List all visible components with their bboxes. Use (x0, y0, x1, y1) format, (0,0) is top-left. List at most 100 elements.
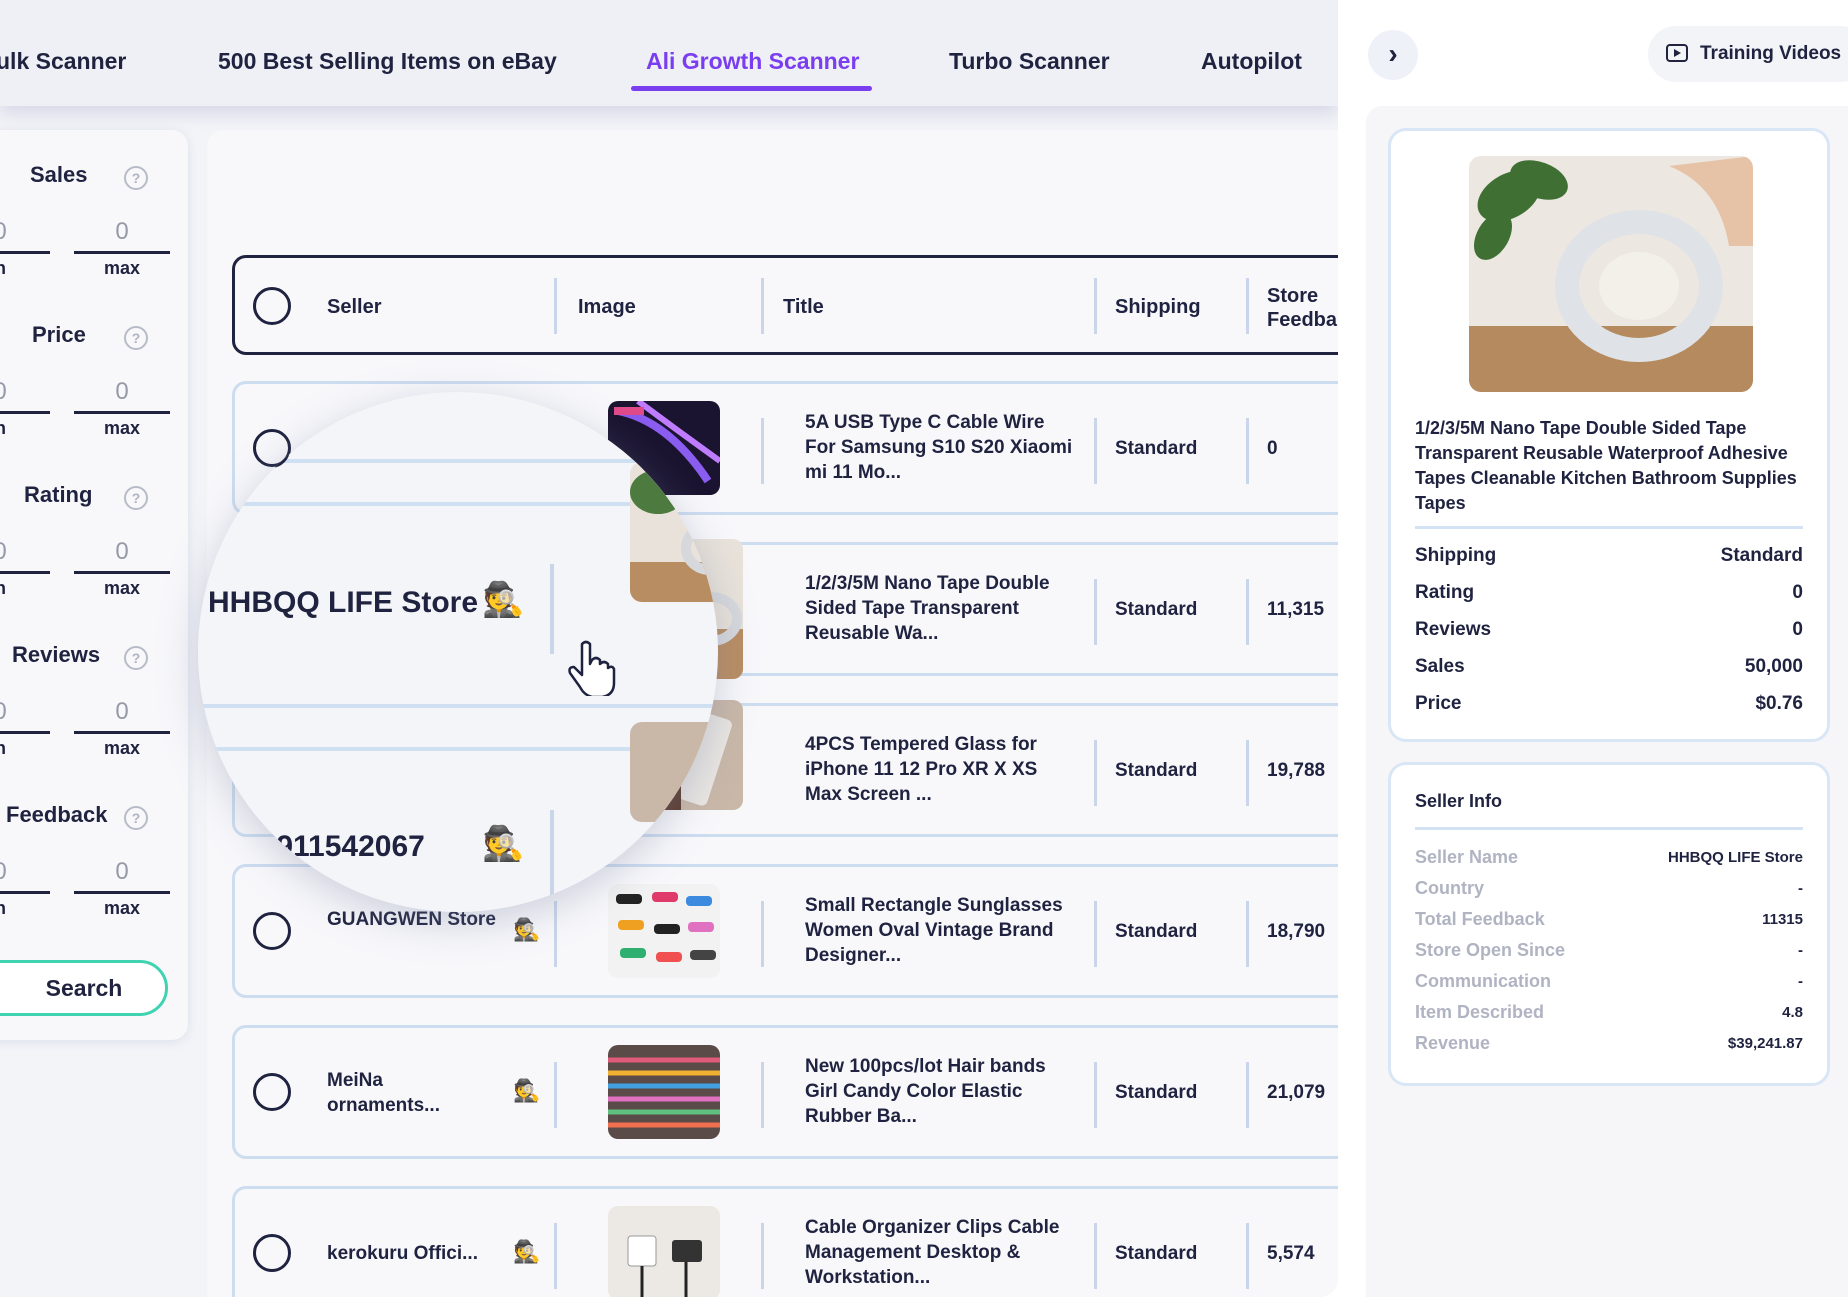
stat-row-reviews: Reviews 0 (1415, 619, 1803, 649)
feedback-max-input[interactable]: 0 (74, 858, 170, 886)
seller-info-label: Revenue (1415, 1033, 1491, 1053)
row-select-radio[interactable] (253, 1234, 291, 1272)
reviews-max-input[interactable]: 0 (74, 698, 170, 726)
spy-icon[interactable]: 🕵 (482, 824, 524, 864)
filter-title-feedback: Feedback (6, 802, 108, 827)
seller-info-label: Seller Name (1415, 847, 1519, 867)
header-divider (554, 278, 557, 334)
help-icon[interactable]: ? (124, 806, 148, 830)
seller-info-card: Seller Info Seller Name HHBQQ LIFE Store… (1388, 762, 1830, 1086)
sales-max-input[interactable]: 0 (74, 218, 170, 246)
row-select-radio[interactable] (252, 430, 290, 468)
sales-min-underline (0, 251, 50, 254)
magnified-seller-name[interactable]: HHBQQ LIFE Store (208, 586, 478, 620)
stat-value: 0 (1792, 582, 1803, 603)
stat-value: Standard (1720, 545, 1803, 566)
help-icon[interactable]: ? (124, 326, 148, 350)
row-divider (761, 1223, 764, 1289)
rating-min-caption: in (0, 578, 6, 598)
header-shipping[interactable]: Shipping (1115, 296, 1201, 319)
seller-info-row: Seller Name HHBQQ LIFE Store (1415, 847, 1803, 873)
help-icon[interactable]: ? (124, 486, 148, 510)
product-image (1469, 156, 1753, 392)
spy-icon[interactable]: 🕵 (513, 917, 540, 943)
row-divider (1246, 901, 1249, 967)
seller-info-label: Country (1415, 878, 1484, 898)
seller-info-value: HHBQQ LIFE Store (1667, 849, 1803, 866)
price-min-caption: in (0, 418, 6, 438)
product-thumbnail (608, 1206, 720, 1297)
product-title[interactable]: 4PCS Tempered Glass for iPhone 11 12 Pro… (805, 732, 1075, 807)
row-select-radio[interactable] (253, 1073, 291, 1111)
collapse-panel-button[interactable]: › (1368, 30, 1418, 80)
price-max-input[interactable]: 0 (74, 378, 170, 406)
feedback-max-caption: max (103, 898, 141, 918)
stat-label: Price (1415, 693, 1462, 714)
table-row[interactable]: MeiNa ornaments... 🕵 New 100pcs/lot Hair… (232, 1025, 1338, 1159)
header-divider (761, 278, 764, 334)
magnified-row-border (198, 704, 718, 708)
reviews-min-input[interactable]: 0 (0, 698, 48, 726)
top-nav: ulk Scanner 500 Best Selling Items on eB… (0, 0, 1338, 106)
stat-value: 50,000 (1744, 656, 1803, 677)
table-row[interactable]: kerokuru Offici... 🕵 Cable Organizer Cli… (232, 1186, 1338, 1297)
product-title[interactable]: Small Rectangle Sunglasses Women Oval Vi… (805, 893, 1075, 968)
spy-icon[interactable]: 🕵 (513, 1239, 540, 1265)
spy-icon[interactable]: 🕵 (513, 1078, 540, 1104)
price-min-underline (0, 411, 50, 414)
header-seller[interactable]: Seller (327, 296, 381, 319)
tab-autopilot[interactable]: Autopilot (1201, 48, 1302, 75)
feedback-cell: 0 (1267, 438, 1278, 459)
sales-min-input[interactable]: 0 (0, 218, 48, 246)
active-tab-underline (631, 86, 872, 91)
magnified-divider (550, 810, 554, 900)
product-title[interactable]: 5A USB Type C Cable Wire For Samsung S10… (805, 410, 1075, 485)
select-all-radio[interactable] (253, 287, 291, 325)
product-title[interactable]: 1/2/3/5M Nano Tape Double Sided Tape Tra… (805, 571, 1075, 646)
row-divider (1094, 1062, 1097, 1128)
tab-bulk-scanner[interactable]: ulk Scanner (0, 48, 126, 75)
product-thumbnail (608, 884, 720, 978)
row-divider (554, 901, 557, 967)
shipping-cell: Standard (1115, 921, 1198, 942)
video-icon (1666, 44, 1688, 62)
seller-info-row: Item Described 4.8 (1415, 1002, 1803, 1028)
rating-max-underline (74, 571, 170, 574)
rating-min-input[interactable]: 0 (0, 538, 48, 566)
product-title[interactable]: Cable Organizer Clips Cable Management D… (805, 1215, 1075, 1290)
stat-label: Shipping (1415, 545, 1497, 566)
tab-ali-growth-scanner[interactable]: Ali Growth Scanner (646, 48, 859, 75)
magnified-seller-name[interactable]: o911542067 (258, 830, 425, 864)
search-button[interactable]: Search (0, 960, 168, 1016)
filter-title-reviews: Reviews (12, 642, 101, 667)
seller-name[interactable]: MeiNa ornaments... (327, 1068, 497, 1118)
stat-value: $0.76 (1755, 693, 1803, 714)
tab-turbo-scanner[interactable]: Turbo Scanner (949, 48, 1110, 75)
help-icon[interactable]: ? (124, 166, 148, 190)
seller-info-value: - (1798, 942, 1803, 959)
seller-info-heading: Seller Info (1415, 791, 1503, 811)
header-title[interactable]: Title (783, 296, 824, 319)
filter-title-price: Price (32, 322, 86, 347)
help-icon[interactable]: ? (124, 646, 148, 670)
price-min-input[interactable]: 0 (0, 378, 48, 406)
training-videos-button[interactable]: Training Videos (1648, 26, 1848, 82)
tab-500-best-selling[interactable]: 500 Best Selling Items on eBay (218, 48, 557, 75)
row-divider (761, 418, 764, 484)
product-title[interactable]: New 100pcs/lot Hair bands Girl Candy Col… (805, 1054, 1075, 1129)
stat-value: 0 (1792, 619, 1803, 640)
table-header: Seller Image Title Shipping Store Feedba (232, 255, 1338, 355)
seller-divider (1415, 827, 1803, 830)
stat-row-rating: Rating 0 (1415, 582, 1803, 612)
feedback-min-input[interactable]: 0 (0, 858, 48, 886)
reviews-min-underline (0, 731, 50, 734)
shipping-cell: Standard (1115, 599, 1198, 620)
spy-icon[interactable]: 🕵 (482, 580, 524, 620)
rating-max-input[interactable]: 0 (74, 538, 170, 566)
row-select-radio[interactable] (253, 912, 291, 950)
header-store-feedback[interactable]: Store Feedba (1267, 284, 1338, 332)
seller-name[interactable]: kerokuru Offici... (327, 1241, 497, 1266)
sales-max-underline (74, 251, 170, 254)
sales-max-caption: max (103, 258, 141, 278)
header-divider (1094, 278, 1097, 334)
